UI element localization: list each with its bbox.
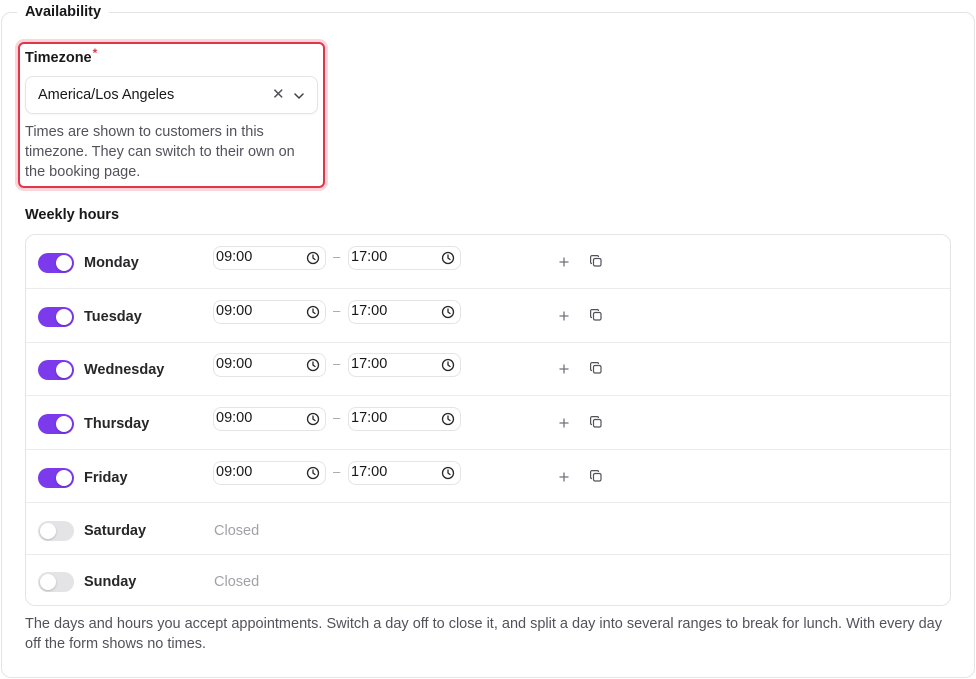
day-name-wednesday: Wednesday bbox=[84, 362, 165, 378]
timezone-label-text: Timezone bbox=[25, 50, 92, 66]
copy-icon bbox=[590, 416, 602, 428]
start-time-input-thursday[interactable]: 09:00 bbox=[213, 407, 326, 431]
day-toggle-thursday[interactable] bbox=[38, 414, 74, 434]
clock-icon[interactable] bbox=[306, 412, 320, 426]
day-toggle-tuesday[interactable] bbox=[38, 307, 74, 327]
end-time-input-tuesday[interactable]: 17:00 bbox=[348, 300, 461, 324]
timezone-help-text: Times are shown to customers in this tim… bbox=[25, 124, 295, 180]
plus-icon bbox=[559, 364, 569, 374]
range-dash: – bbox=[333, 464, 341, 479]
toggle-knob bbox=[56, 309, 72, 325]
add-range-button-wednesday[interactable] bbox=[557, 362, 571, 376]
day-name-thursday: Thursday bbox=[84, 416, 150, 432]
plus-icon bbox=[559, 418, 569, 428]
closed-label-sunday: Closed bbox=[214, 574, 260, 590]
day-row-thursday: Thursday 09:00 – 17:00 bbox=[26, 396, 950, 450]
start-time-input-friday[interactable]: 09:00 bbox=[213, 461, 326, 485]
clock-icon[interactable] bbox=[306, 251, 320, 265]
start-time-value: 09:00 bbox=[216, 303, 253, 319]
clear-icon[interactable]: ✕ bbox=[272, 86, 285, 104]
copy-icon bbox=[590, 309, 602, 321]
timezone-label: Timezone* bbox=[25, 46, 97, 66]
end-time-input-wednesday[interactable]: 17:00 bbox=[348, 353, 461, 377]
plus-icon bbox=[559, 311, 569, 321]
copy-hours-button-friday[interactable] bbox=[589, 469, 603, 483]
plus-icon bbox=[559, 472, 569, 482]
weekly-hours-help-text: The days and hours you accept appointmen… bbox=[25, 616, 942, 652]
toggle-knob bbox=[56, 470, 72, 486]
clock-icon[interactable] bbox=[306, 466, 320, 480]
range-dash: – bbox=[333, 249, 341, 264]
day-row-monday: Monday 09:00 – 17:00 bbox=[26, 235, 950, 289]
range-dash: – bbox=[333, 410, 341, 425]
clock-icon[interactable] bbox=[306, 305, 320, 319]
end-time-input-thursday[interactable]: 17:00 bbox=[348, 407, 461, 431]
day-name-monday: Monday bbox=[84, 255, 139, 271]
copy-hours-button-thursday[interactable] bbox=[589, 415, 603, 429]
start-time-value: 09:00 bbox=[216, 410, 253, 426]
clock-icon[interactable] bbox=[441, 358, 455, 372]
day-name-sunday: Sunday bbox=[84, 574, 137, 590]
copy-icon bbox=[590, 470, 602, 482]
end-time-value: 17:00 bbox=[351, 303, 388, 319]
toggle-knob bbox=[56, 255, 72, 271]
copy-hours-button-tuesday[interactable] bbox=[589, 308, 603, 322]
clock-icon[interactable] bbox=[441, 305, 455, 319]
copy-hours-button-wednesday[interactable] bbox=[589, 361, 603, 375]
end-time-input-friday[interactable]: 17:00 bbox=[348, 461, 461, 485]
add-range-button-monday[interactable] bbox=[557, 255, 571, 269]
start-time-value: 09:00 bbox=[216, 356, 253, 372]
day-row-wednesday: Wednesday 09:00 – 17:00 bbox=[26, 343, 950, 396]
day-name-friday: Friday bbox=[84, 470, 128, 486]
weekly-hours-table: Monday 09:00 – 17:00 Tuesday 09:00 – 17:… bbox=[25, 234, 951, 606]
day-toggle-wednesday[interactable] bbox=[38, 360, 74, 380]
toggle-knob bbox=[40, 523, 56, 539]
closed-label-saturday: Closed bbox=[214, 523, 260, 539]
timezone-value: America/Los Angeles bbox=[38, 87, 175, 103]
copy-icon bbox=[590, 255, 602, 267]
weekly-hours-label: Weekly hours bbox=[25, 207, 120, 223]
range-dash: – bbox=[333, 356, 341, 371]
start-time-value: 09:00 bbox=[216, 249, 253, 265]
clock-icon[interactable] bbox=[306, 358, 320, 372]
day-row-tuesday: Tuesday 09:00 – 17:00 bbox=[26, 289, 950, 343]
section-title: Availability bbox=[17, 4, 110, 20]
end-time-value: 17:00 bbox=[351, 464, 388, 480]
clock-icon[interactable] bbox=[441, 412, 455, 426]
chevron-down-icon[interactable] bbox=[292, 89, 306, 103]
clock-icon[interactable] bbox=[441, 466, 455, 480]
toggle-knob bbox=[40, 574, 56, 590]
day-name-tuesday: Tuesday bbox=[84, 309, 142, 325]
add-range-button-tuesday[interactable] bbox=[557, 309, 571, 323]
timezone-select[interactable]: America/Los Angeles ✕ bbox=[25, 76, 318, 114]
end-time-input-monday[interactable]: 17:00 bbox=[348, 246, 461, 270]
start-time-value: 09:00 bbox=[216, 464, 253, 480]
copy-hours-button-monday[interactable] bbox=[589, 254, 603, 268]
day-name-saturday: Saturday bbox=[84, 523, 147, 539]
day-row-saturday: Saturday Closed bbox=[26, 503, 950, 555]
copy-icon bbox=[590, 362, 602, 374]
start-time-input-monday[interactable]: 09:00 bbox=[213, 246, 326, 270]
end-time-value: 17:00 bbox=[351, 356, 388, 372]
toggle-knob bbox=[56, 362, 72, 378]
end-time-value: 17:00 bbox=[351, 249, 388, 265]
day-row-friday: Friday 09:00 – 17:00 bbox=[26, 450, 950, 503]
end-time-value: 17:00 bbox=[351, 410, 388, 426]
day-toggle-sunday[interactable] bbox=[38, 572, 74, 592]
range-dash: – bbox=[333, 303, 341, 318]
start-time-input-wednesday[interactable]: 09:00 bbox=[213, 353, 326, 377]
add-range-button-friday[interactable] bbox=[557, 470, 571, 484]
clock-icon[interactable] bbox=[441, 251, 455, 265]
day-toggle-saturday[interactable] bbox=[38, 521, 74, 541]
plus-icon bbox=[559, 257, 569, 267]
day-toggle-monday[interactable] bbox=[38, 253, 74, 273]
add-range-button-thursday[interactable] bbox=[557, 416, 571, 430]
required-mark: * bbox=[92, 46, 98, 60]
day-row-sunday: Sunday Closed bbox=[26, 555, 950, 605]
day-toggle-friday[interactable] bbox=[38, 468, 74, 488]
start-time-input-tuesday[interactable]: 09:00 bbox=[213, 300, 326, 324]
toggle-knob bbox=[56, 416, 72, 432]
